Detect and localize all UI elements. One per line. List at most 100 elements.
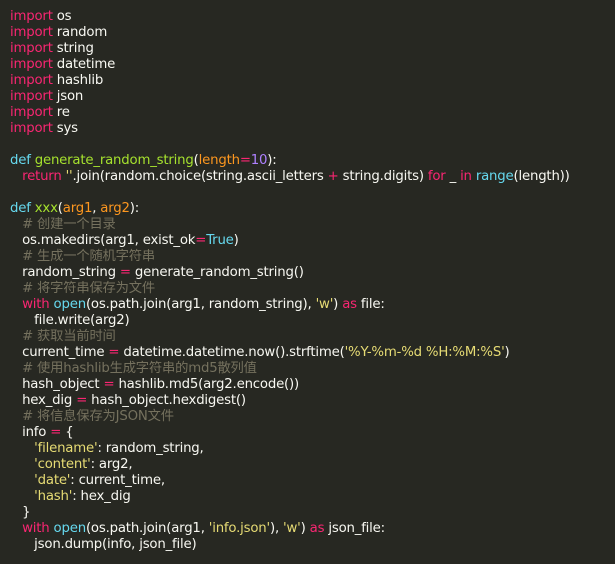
token-plain: (os.path.join(arg1, <box>85 521 209 536</box>
code-line[interactable]: import sys <box>10 121 615 137</box>
token-plain: : arg2, <box>90 457 133 472</box>
token-builtin: open <box>53 521 87 536</box>
token-plain: os.makedirs(arg1, exist_ok <box>10 233 196 248</box>
code-line[interactable]: with open(os.path.join(arg1, random_stri… <box>10 297 615 313</box>
code-line[interactable]: import datetime <box>10 57 615 73</box>
code-line[interactable]: 'filename': random_string, <box>10 441 615 457</box>
token-plain: ) <box>333 297 343 312</box>
token-keyword: as <box>309 521 325 536</box>
token-plain: json_file: <box>324 521 385 536</box>
code-line[interactable]: # 将信息保存为JSON文件 <box>10 409 615 425</box>
code-line[interactable]: with open(os.path.join(arg1, 'info.json'… <box>10 521 615 537</box>
token-plain: string <box>52 41 94 56</box>
token-operator: = <box>119 265 131 280</box>
code-line[interactable]: import string <box>10 41 615 57</box>
token-keyword: import <box>10 121 53 136</box>
token-string: 'content' <box>34 457 91 472</box>
token-plain: ) <box>233 233 239 248</box>
code-line[interactable]: import os <box>10 9 615 25</box>
code-line[interactable]: hash_object = hashlib.md5(arg2.encode()) <box>10 377 615 393</box>
token-builtin: True <box>206 233 234 248</box>
token-plain: info <box>10 425 51 440</box>
code-line[interactable]: current_time = datetime.datetime.now().s… <box>10 345 615 361</box>
token-operator: + <box>327 169 339 184</box>
code-line[interactable]: info = { <box>10 425 615 441</box>
code-line[interactable]: os.makedirs(arg1, exist_ok=True) <box>10 233 615 249</box>
token-plain: ) <box>504 345 510 360</box>
token-string: 'info.json' <box>208 521 270 536</box>
token-plain: : current_time, <box>70 473 165 488</box>
code-line[interactable]: import hashlib <box>10 73 615 89</box>
token-param: arg2 <box>100 201 130 216</box>
token-plain: string.digits) <box>338 169 428 184</box>
token-plain: file.write(arg2) <box>10 313 130 328</box>
code-line[interactable]: def xxx(arg1, arg2): <box>10 201 615 217</box>
code-line[interactable]: # 将字符串保存为文件 <box>10 281 615 297</box>
code-line[interactable]: # 使用hashlib生成字符串的md5散列值 <box>10 361 615 377</box>
token-builtin: range <box>475 169 514 184</box>
code-line[interactable]: import random <box>10 25 615 41</box>
code-line[interactable]: import re <box>10 105 615 121</box>
token-comment: # 将字符串保存为文件 <box>22 281 155 296</box>
code-line[interactable]: 'hash': hex_dig <box>10 489 615 505</box>
code-line[interactable] <box>10 185 615 201</box>
token-plain: file: <box>356 297 385 312</box>
token-plain: (os.path.join(arg1, random_string), <box>85 297 316 312</box>
token-plain: ): <box>129 201 140 216</box>
code-line[interactable]: 'date': current_time, <box>10 473 615 489</box>
token-builtin: open <box>53 297 87 312</box>
code-line[interactable]: } <box>10 505 615 521</box>
code-line[interactable]: def generate_random_string(length=10): <box>10 153 615 169</box>
code-line[interactable]: return ''.join(random.choice(string.asci… <box>10 169 615 185</box>
token-plain: json <box>52 89 84 104</box>
token-number: 10 <box>250 153 268 168</box>
token-keyword: import <box>10 89 53 104</box>
token-keyword: for <box>427 169 446 184</box>
code-line[interactable]: import json <box>10 89 615 105</box>
token-plain: : random_string, <box>97 441 204 456</box>
token-plain: ): <box>267 153 277 168</box>
token-keyword: with <box>22 521 50 536</box>
token-plain: hash_object.hexdigest() <box>87 393 246 408</box>
code-line[interactable]: random_string = generate_random_string() <box>10 265 615 281</box>
token-keyword: import <box>10 25 53 40</box>
code-line[interactable]: json.dump(info, json_file) <box>10 537 615 553</box>
token-comment: # 创建一个目录 <box>22 217 116 232</box>
token-plain: hashlib.md5(arg2.encode()) <box>114 377 300 392</box>
code-line[interactable]: 'content': arg2, <box>10 457 615 473</box>
code-line[interactable] <box>10 137 615 153</box>
token-keyword: import <box>10 9 53 24</box>
token-operator: = <box>103 377 115 392</box>
code-line[interactable]: hex_dig = hash_object.hexdigest() <box>10 393 615 409</box>
token-string: 'w' <box>315 297 334 312</box>
token-plain: hash_object <box>10 377 104 392</box>
code-line[interactable]: file.write(arg2) <box>10 313 615 329</box>
token-string: 'w' <box>283 521 301 536</box>
token-plain: random_string <box>10 265 120 280</box>
token-plain: random <box>52 25 108 40</box>
token-plain: re <box>52 105 70 120</box>
token-comment: # 生成一个随机字符串 <box>22 249 155 264</box>
code-line[interactable]: # 创建一个目录 <box>10 217 615 233</box>
token-operator: = <box>108 345 120 360</box>
token-func: generate_random_string <box>34 153 194 168</box>
token-keyword: as <box>342 297 357 312</box>
code-line[interactable]: # 生成一个随机字符串 <box>10 249 615 265</box>
token-string: 'hash' <box>34 489 73 504</box>
token-plain: json.dump(info, json_file) <box>10 537 197 552</box>
token-keyword: import <box>10 41 53 56</box>
token-operator: = <box>76 393 88 408</box>
code-editor[interactable]: import os import random import string impor… <box>0 0 615 564</box>
token-plain: } <box>10 505 31 520</box>
code-line[interactable]: # 获取当前时间 <box>10 329 615 345</box>
